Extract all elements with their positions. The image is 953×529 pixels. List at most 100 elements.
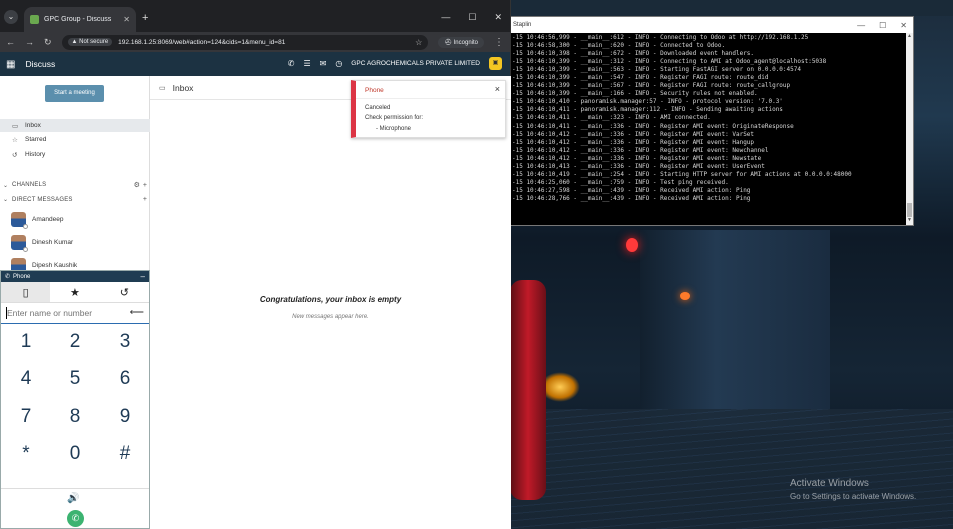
mobile-icon: ▯ — [22, 286, 29, 299]
terminal-scrollbar[interactable]: ▲ ▼ — [906, 33, 913, 225]
dm-name: Dinesh Kumar — [32, 239, 74, 246]
not-secure-badge[interactable]: ▲ Not secure — [67, 38, 113, 46]
status-dot — [23, 224, 28, 229]
activity-list-icon[interactable]: ☰ — [303, 59, 310, 68]
app-name[interactable]: Discuss — [25, 59, 55, 69]
clock-icon[interactable]: ◷ — [335, 59, 342, 68]
dial-input-wrapper: ⟵ — [1, 303, 149, 324]
company-name[interactable]: GPC AGROCHEMICALS PRIVATE LIMITED — [351, 60, 480, 67]
bookmark-star-icon[interactable]: ☆ — [415, 38, 422, 47]
maximize-icon[interactable]: ☐ — [879, 21, 886, 30]
key-6[interactable]: 6 — [105, 366, 145, 392]
tab-search-icon[interactable]: ⌄ — [4, 10, 18, 24]
terminal-line: -15 10:46:10,412 - __main__:336 - INFO -… — [512, 154, 762, 162]
call-button[interactable]: ✆ — [67, 510, 84, 527]
history-icon: ↺ — [119, 286, 129, 299]
empty-inbox-subtitle: New messages appear here. — [292, 314, 369, 320]
browser-menu-icon[interactable]: ⋮ — [494, 37, 504, 48]
terminal-line: -15 10:46:10,399 - __main__:563 - INFO -… — [512, 66, 801, 74]
speaker-icon[interactable]: 🔊 — [67, 493, 79, 504]
dial-input[interactable] — [7, 308, 127, 318]
phone-header[interactable]: ✆ Phone – — [1, 271, 149, 282]
incognito-badge[interactable]: ⛑ Incognito — [438, 36, 484, 48]
reload-icon[interactable]: ↻ — [44, 37, 52, 48]
close-icon[interactable]: × — [495, 84, 500, 94]
keypad-tab[interactable]: ▯ — [1, 282, 51, 302]
key-8[interactable]: 8 — [55, 404, 95, 430]
dm-item-amandeep[interactable]: Amandeep — [11, 212, 63, 229]
scroll-up-icon[interactable]: ▲ — [906, 33, 913, 41]
channels-section[interactable]: ⌄ CHANNELS ⚙ + — [3, 181, 147, 190]
key-9[interactable]: 9 — [105, 404, 145, 430]
activate-windows-watermark: Activate Windows Go to Settings to activ… — [790, 478, 916, 501]
incognito-label: Incognito — [453, 39, 478, 46]
start-meeting-button[interactable]: Start a meeting — [45, 85, 104, 102]
minimize-icon[interactable]: — — [441, 12, 450, 23]
terminal-window[interactable]: Staplin — ☐ ✕ -15 10:46:56,999 - __main_… — [510, 16, 914, 226]
key-5[interactable]: 5 — [55, 366, 95, 392]
maximize-icon[interactable]: ☐ — [468, 12, 476, 23]
key-star[interactable]: * — [6, 441, 46, 467]
key-0[interactable]: 0 — [55, 441, 95, 467]
activate-title: Activate Windows — [790, 478, 869, 489]
odoo-navbar: ▦ Discuss ✆ ☰ ✉ ◷ GPC AGROCHEMICALS PRIV… — [0, 52, 510, 76]
channel-settings-icon[interactable]: ⚙ — [134, 181, 140, 189]
add-direct-message-icon[interactable]: + — [143, 196, 147, 203]
key-4[interactable]: 4 — [6, 366, 46, 392]
close-icon[interactable]: ✕ — [494, 12, 502, 23]
star-icon: ★ — [70, 286, 80, 299]
phone-permission-notification: Phone × Canceled Check permission for: -… — [351, 80, 506, 138]
sidebar-item-inbox[interactable]: ▭ Inbox — [0, 119, 150, 132]
scroll-down-icon[interactable]: ▼ — [906, 217, 913, 225]
scroll-thumb[interactable] — [907, 203, 912, 217]
key-7[interactable]: 7 — [6, 404, 46, 430]
minimize-icon[interactable]: — — [857, 21, 865, 30]
forward-icon[interactable]: → — [25, 37, 34, 47]
back-icon[interactable]: ← — [6, 37, 15, 47]
desktop: Activate Windows Go to Settings to activ… — [0, 0, 953, 529]
backspace-icon[interactable]: ⟵ — [130, 307, 144, 318]
url-text[interactable]: 192.168.1.25:8069/web#action=124&cids=1&… — [118, 39, 409, 46]
inbox-icon: ▭ — [159, 84, 166, 92]
tab-close-icon[interactable]: ✕ — [123, 15, 130, 24]
terminal-line: -15 10:46:10,399 - __main__:312 - INFO -… — [512, 58, 827, 66]
terminal-line: -15 10:46:28,766 - __main__:439 - INFO -… — [512, 194, 751, 202]
not-secure-label: Not secure — [79, 39, 109, 45]
direct-messages-section[interactable]: ⌄ DIRECT MESSAGES + — [3, 196, 147, 203]
sidebar-item-history[interactable]: ↺ History — [0, 148, 150, 161]
sidebar-item-starred[interactable]: ☆ Starred — [0, 133, 150, 146]
notification-message: Check permission for: — [365, 115, 424, 121]
apps-grid-icon[interactable]: ▦ — [6, 59, 15, 70]
close-icon[interactable]: ✕ — [900, 21, 907, 30]
key-1[interactable]: 1 — [6, 329, 46, 355]
phone-tabs: ▯ ★ ↺ — [1, 282, 149, 303]
dm-item-dinesh-kumar[interactable]: Dinesh Kumar — [11, 235, 74, 252]
phone-icon[interactable]: ✆ — [288, 59, 295, 68]
new-tab-button[interactable]: + — [142, 12, 148, 24]
favorites-tab[interactable]: ★ — [50, 282, 99, 302]
add-channel-icon[interactable]: + — [143, 182, 147, 189]
wallpaper-orange-light — [680, 292, 690, 300]
wallpaper-floor — [510, 409, 953, 529]
key-hash[interactable]: # — [105, 441, 145, 467]
empty-inbox-title: Congratulations, your inbox is empty — [259, 295, 402, 304]
recent-calls-tab[interactable]: ↺ — [100, 282, 149, 302]
chevron-down-icon[interactable]: ⌄ — [3, 196, 8, 203]
omnibox[interactable]: ▲ Not secure 192.168.1.25:8069/web#actio… — [61, 34, 429, 50]
chevron-down-icon[interactable]: ⌄ — [3, 182, 8, 189]
terminal-titlebar[interactable]: Staplin — ☐ ✕ — [511, 17, 913, 33]
tab-title: GPC Group - Discuss — [44, 16, 112, 23]
terminal-line: -15 10:46:10,411 - __main__:323 - INFO -… — [512, 114, 711, 122]
key-2[interactable]: 2 — [55, 329, 95, 355]
terminal-line: -15 10:46:58,300 - __main__:620 - INFO -… — [512, 42, 726, 50]
minimize-icon[interactable]: – — [141, 272, 145, 281]
terminal-line: -15 10:46:10,399 - __main__:547 - INFO -… — [512, 74, 769, 82]
address-bar: ← → ↻ ▲ Not secure 192.168.1.25:8069/web… — [0, 32, 510, 52]
user-avatar[interactable]: ▣ — [489, 57, 502, 70]
key-3[interactable]: 3 — [105, 329, 145, 355]
notification-status: Canceled — [365, 105, 391, 111]
browser-tab[interactable]: GPC Group - Discuss ✕ — [24, 7, 136, 32]
favicon-icon — [30, 15, 39, 24]
terminal-line: -15 10:46:27,598 - __main__:439 - INFO -… — [512, 186, 751, 194]
messages-icon[interactable]: ✉ — [320, 59, 327, 68]
